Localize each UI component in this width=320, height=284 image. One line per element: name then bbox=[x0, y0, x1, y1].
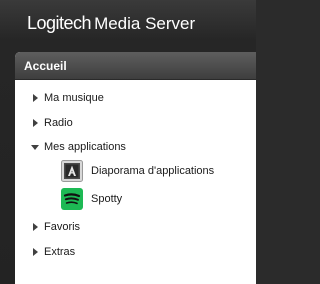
app-item-label: Diaporama d'applications bbox=[91, 165, 215, 177]
home-panel: Accueil Ma musique Radio Mes application… bbox=[15, 52, 256, 284]
app-item-slideshow[interactable]: Diaporama d'applications bbox=[61, 159, 214, 183]
panel-title-bar: Accueil bbox=[15, 52, 256, 80]
panel-title: Accueil bbox=[24, 59, 67, 73]
triangle-right-icon[interactable] bbox=[31, 93, 41, 103]
menu-item-my-apps[interactable]: Mes applications bbox=[31, 138, 126, 156]
app-item-label: Spotty bbox=[91, 193, 123, 205]
menu-item-my-music[interactable]: Ma musique bbox=[31, 89, 104, 107]
menu-item-label: Favoris bbox=[44, 221, 81, 233]
spotify-icon bbox=[61, 188, 83, 210]
app-window: Logitech Media Server Accueil Ma musique … bbox=[0, 0, 256, 284]
menu-item-extras[interactable]: Extras bbox=[31, 243, 75, 261]
app-item-spotty[interactable]: Spotty bbox=[61, 187, 122, 211]
app-slideshow-icon bbox=[61, 160, 83, 182]
brand-product: Media Server bbox=[94, 14, 196, 33]
triangle-right-icon[interactable] bbox=[31, 118, 41, 128]
menu-item-label: Mes applications bbox=[44, 141, 126, 153]
menu-item-label: Radio bbox=[44, 117, 73, 129]
brand-title: Logitech Media Server bbox=[27, 14, 195, 33]
brand-logo: Logitech bbox=[27, 13, 92, 33]
app-header: Logitech Media Server bbox=[0, 0, 256, 46]
triangle-down-icon[interactable] bbox=[31, 142, 41, 152]
menu-item-label: Ma musique bbox=[44, 92, 104, 104]
menu-item-favorites[interactable]: Favoris bbox=[31, 218, 80, 236]
menu-item-radio[interactable]: Radio bbox=[31, 114, 73, 132]
menu-item-label: Extras bbox=[44, 246, 76, 258]
triangle-right-icon[interactable] bbox=[31, 222, 41, 232]
triangle-right-icon[interactable] bbox=[31, 247, 41, 257]
